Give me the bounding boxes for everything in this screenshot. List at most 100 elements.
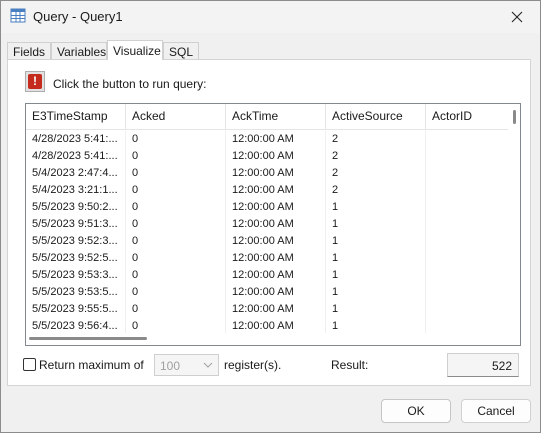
title-bar: Query - Query1 (1, 1, 540, 33)
cell-activesource: 2 (326, 165, 426, 182)
cell-activesource: 1 (326, 284, 426, 301)
tab-sql[interactable]: SQL (163, 42, 199, 60)
cell-acktime: 12:00:00 AM (226, 131, 326, 148)
cell-e3timestamp: 5/5/2023 9:50:2... (26, 199, 126, 216)
cell-e3timestamp: 5/5/2023 9:52:3... (26, 233, 126, 250)
window-title: Query - Query1 (33, 9, 123, 24)
close-button[interactable] (494, 1, 540, 33)
cell-acked: 0 (126, 267, 226, 284)
cell-activesource: 1 (326, 233, 426, 250)
cell-actorid (426, 284, 510, 301)
cell-acktime: 12:00:00 AM (226, 199, 326, 216)
cell-actorid (426, 301, 510, 318)
cell-activesource: 2 (326, 182, 426, 199)
table-row[interactable]: 5/5/2023 9:52:5... 0 12:00:00 AM 1 (26, 250, 510, 267)
cell-acked: 0 (126, 216, 226, 233)
run-query-button[interactable]: ! (25, 71, 45, 92)
return-maximum-label[interactable]: Return maximum of (39, 358, 144, 372)
table-row[interactable]: 5/5/2023 9:53:3... 0 12:00:00 AM 1 (26, 267, 510, 284)
visualize-panel: ! Click the button to run query: E3TimeS… (7, 59, 531, 386)
query-dialog: Query - Query1 Fields Variables Visualiz… (0, 0, 541, 433)
cell-activesource: 1 (326, 199, 426, 216)
cell-actorid (426, 131, 510, 148)
close-icon (511, 11, 523, 23)
table-icon (10, 8, 26, 23)
registers-label: register(s). (224, 358, 282, 372)
vertical-scrollbar[interactable] (508, 104, 520, 345)
table-row[interactable]: 5/4/2023 2:47:4... 0 12:00:00 AM 2 (26, 165, 510, 182)
cell-activesource: 2 (326, 131, 426, 148)
table-row[interactable]: 5/4/2023 3:21:1... 0 12:00:00 AM 2 (26, 182, 510, 199)
result-field: 522 (447, 353, 519, 377)
horizontal-scroll-thumb[interactable] (29, 337, 147, 340)
table-row[interactable]: 4/28/2023 5:41:... 0 12:00:00 AM 2 (26, 148, 510, 165)
cell-e3timestamp: 5/4/2023 3:21:1... (26, 182, 126, 199)
cell-actorid (426, 182, 510, 199)
column-header-acked[interactable]: Acked (126, 104, 226, 129)
cell-acktime: 12:00:00 AM (226, 284, 326, 301)
maximum-registers-select[interactable]: 100 (154, 354, 219, 376)
cell-e3timestamp: 4/28/2023 5:41:... (26, 131, 126, 148)
cell-e3timestamp: 5/5/2023 9:53:5... (26, 284, 126, 301)
cell-actorid (426, 148, 510, 165)
horizontal-scrollbar[interactable] (26, 333, 510, 345)
column-header-activesource[interactable]: ActiveSource (326, 104, 426, 129)
cell-acktime: 12:00:00 AM (226, 267, 326, 284)
table-row[interactable]: 5/5/2023 9:50:2... 0 12:00:00 AM 1 (26, 199, 510, 216)
cell-activesource: 1 (326, 216, 426, 233)
cell-acked: 0 (126, 148, 226, 165)
run-query-label: Click the button to run query: (53, 77, 207, 91)
cell-acktime: 12:00:00 AM (226, 216, 326, 233)
table-row[interactable]: 5/5/2023 9:55:5... 0 12:00:00 AM 1 (26, 301, 510, 318)
table-row[interactable]: 5/5/2023 9:53:5... 0 12:00:00 AM 1 (26, 284, 510, 301)
result-label: Result: (331, 358, 369, 372)
cell-activesource: 2 (326, 148, 426, 165)
cell-actorid (426, 216, 510, 233)
cell-acked: 0 (126, 301, 226, 318)
cancel-button[interactable]: Cancel (461, 399, 531, 423)
results-grid[interactable]: E3TimeStamp Acked AckTime ActiveSource A… (25, 103, 521, 346)
column-header-e3timestamp[interactable]: E3TimeStamp (26, 104, 126, 129)
tab-fields[interactable]: Fields (7, 42, 51, 60)
result-value: 522 (491, 359, 512, 373)
cell-activesource: 1 (326, 250, 426, 267)
chevron-down-icon (203, 362, 213, 368)
cell-acktime: 12:00:00 AM (226, 250, 326, 267)
table-row[interactable]: 4/28/2023 5:41:... 0 12:00:00 AM 2 (26, 131, 510, 148)
cell-actorid (426, 233, 510, 250)
column-header-acktime[interactable]: AckTime (226, 104, 326, 129)
tab-visualize[interactable]: Visualize (107, 40, 163, 60)
cell-acktime: 12:00:00 AM (226, 148, 326, 165)
table-row[interactable]: 5/5/2023 9:52:3... 0 12:00:00 AM 1 (26, 233, 510, 250)
cell-acked: 0 (126, 165, 226, 182)
cell-acked: 0 (126, 131, 226, 148)
ok-button[interactable]: OK (381, 399, 451, 423)
exclamation-icon: ! (28, 74, 42, 89)
table-row[interactable]: 5/5/2023 9:51:3... 0 12:00:00 AM 1 (26, 216, 510, 233)
cell-acked: 0 (126, 233, 226, 250)
cell-actorid (426, 199, 510, 216)
cell-e3timestamp: 5/4/2023 2:47:4... (26, 165, 126, 182)
cell-e3timestamp: 5/5/2023 9:51:3... (26, 216, 126, 233)
maximum-registers-value: 100 (160, 359, 181, 373)
cell-activesource: 1 (326, 267, 426, 284)
cell-acked: 0 (126, 182, 226, 199)
cell-acktime: 12:00:00 AM (226, 182, 326, 199)
cell-actorid (426, 267, 510, 284)
return-maximum-checkbox[interactable] (23, 358, 36, 371)
cell-e3timestamp: 5/5/2023 9:55:5... (26, 301, 126, 318)
vertical-scroll-thumb[interactable] (513, 110, 516, 124)
cell-e3timestamp: 5/5/2023 9:52:5... (26, 250, 126, 267)
cell-e3timestamp: 5/5/2023 9:53:3... (26, 267, 126, 284)
cell-acked: 0 (126, 250, 226, 267)
cell-actorid (426, 165, 510, 182)
cell-actorid (426, 250, 510, 267)
cell-acktime: 12:00:00 AM (226, 301, 326, 318)
grid-header: E3TimeStamp Acked AckTime ActiveSource A… (26, 104, 510, 130)
tab-variables[interactable]: Variables (51, 42, 107, 60)
cell-acktime: 12:00:00 AM (226, 233, 326, 250)
cell-acktime: 12:00:00 AM (226, 165, 326, 182)
column-header-actorid[interactable]: ActorID (426, 104, 510, 129)
cell-acked: 0 (126, 284, 226, 301)
cell-e3timestamp: 4/28/2023 5:41:... (26, 148, 126, 165)
